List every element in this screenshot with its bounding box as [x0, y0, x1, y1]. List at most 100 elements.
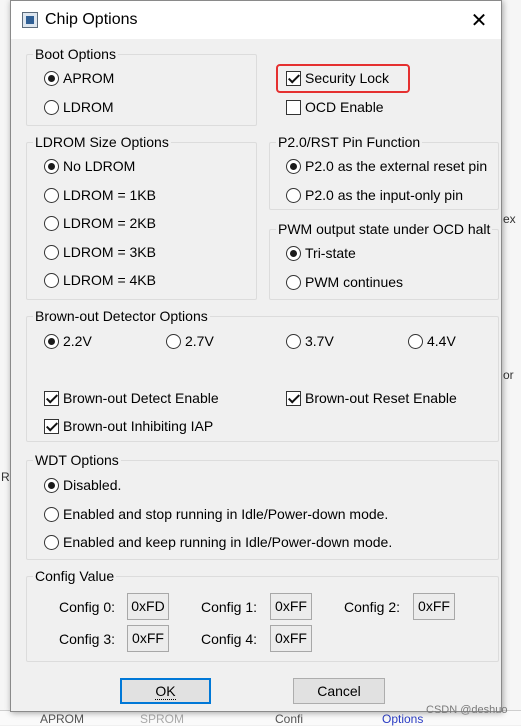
ldrom-size-option[interactable]: No LDROM	[44, 158, 135, 174]
radio-selected-icon	[44, 333, 59, 349]
boot-option-aprom[interactable]: APROM	[44, 70, 114, 86]
pwm-state-option[interactable]: Tri-state	[286, 245, 356, 261]
wdt-options-legend: WDT Options	[35, 452, 119, 468]
boot-option-ldrom[interactable]: LDROM	[44, 99, 114, 115]
checkbox-checked-icon	[286, 390, 301, 406]
config-2-value: 0xFF	[413, 593, 455, 620]
radio-selected-icon	[44, 477, 59, 493]
brownout-detect-enable-label: Brown-out Detect Enable	[63, 390, 219, 406]
radio-selected-icon	[44, 70, 59, 86]
checkbox-unchecked-icon	[286, 99, 301, 115]
wdt-option[interactable]: Disabled.	[44, 477, 121, 493]
brownout-voltage-option[interactable]: 3.7V	[286, 333, 334, 349]
radio-unselected-icon	[408, 333, 423, 349]
radio-unselected-icon	[166, 333, 181, 349]
config-0-value: 0xFD	[127, 593, 169, 620]
watermark: CSDN @deshuo	[426, 704, 508, 716]
background-bottom-item: Options	[382, 712, 424, 726]
background-right-text: or	[503, 368, 514, 382]
checkbox-checked-icon	[44, 390, 59, 406]
brownout-voltage-option[interactable]: 2.2V	[44, 333, 92, 349]
boot-options-legend: Boot Options	[35, 46, 116, 62]
ldrom-size-label: No LDROM	[63, 158, 136, 174]
wdt-option[interactable]: Enabled and stop running in Idle/Power-d…	[44, 506, 388, 522]
cancel-button-label: Cancel	[317, 683, 361, 699]
config-3-label: Config 3:	[59, 631, 116, 647]
config-3-value: 0xFF	[127, 625, 169, 652]
brownout-voltage-label: 2.7V	[185, 333, 214, 349]
radio-unselected-icon	[286, 333, 301, 349]
pwm-state-legend: PWM output state under OCD halt	[278, 221, 491, 237]
ok-button-label: OK	[155, 683, 176, 700]
brownout-detect-enable-checkbox[interactable]: Brown-out Detect Enable	[44, 390, 219, 406]
ocd-enable-checkbox[interactable]: OCD Enable	[286, 99, 384, 115]
radio-unselected-icon	[44, 272, 59, 288]
wdt-option-label: Disabled.	[63, 477, 122, 493]
security-lock-checkbox[interactable]: Security Lock	[286, 70, 389, 86]
radio-unselected-icon	[44, 534, 59, 550]
wdt-option[interactable]: Enabled and keep running in Idle/Power-d…	[44, 534, 392, 550]
ldrom-size-label: LDROM = 4KB	[63, 272, 156, 288]
radio-unselected-icon	[286, 187, 301, 203]
brownout-voltage-option[interactable]: 2.7V	[166, 333, 214, 349]
p20-rst-legend: P2.0/RST Pin Function	[278, 134, 421, 150]
config-4-label: Config 4:	[201, 631, 258, 647]
pwm-state-option[interactable]: PWM continues	[286, 274, 403, 290]
ldrom-size-option[interactable]: LDROM = 3KB	[44, 244, 156, 260]
wdt-option-label: Enabled and stop running in Idle/Power-d…	[63, 506, 389, 522]
config-0-label: Config 0:	[59, 599, 116, 615]
chip-options-dialog: Chip Options ✕ Boot Options APROM LDROM …	[10, 0, 502, 712]
brownout-inhibiting-iap-checkbox[interactable]: Brown-out Inhibiting IAP	[44, 418, 213, 434]
brownout-reset-enable-checkbox[interactable]: Brown-out Reset Enable	[286, 390, 457, 406]
radio-unselected-icon	[44, 244, 59, 260]
config-4-value: 0xFF	[270, 625, 312, 652]
ldrom-size-label: LDROM = 1KB	[63, 187, 156, 203]
boot-option-label: LDROM	[63, 99, 114, 115]
radio-unselected-icon	[44, 215, 59, 231]
background-bottom-item: SPROM	[140, 712, 185, 726]
app-window-icon	[22, 12, 38, 28]
brownout-voltage-label: 4.4V	[427, 333, 456, 349]
background-bottom-item: Confi	[275, 712, 304, 726]
background-right-text: ex	[503, 212, 516, 226]
boot-option-label: APROM	[63, 70, 115, 86]
brownout-voltage-label: 3.7V	[305, 333, 334, 349]
ldrom-size-legend: LDROM Size Options	[35, 134, 169, 150]
p20-rst-option[interactable]: P2.0 as the input-only pin	[286, 187, 463, 203]
brownout-voltage-option[interactable]: 4.4V	[408, 333, 456, 349]
background-bottom-item: APROM	[40, 712, 85, 726]
radio-selected-icon	[286, 158, 301, 174]
radio-unselected-icon	[44, 506, 59, 522]
brownout-inhibiting-iap-label: Brown-out Inhibiting IAP	[63, 418, 214, 434]
brownout-reset-enable-label: Brown-out Reset Enable	[305, 390, 457, 406]
close-icon[interactable]: ✕	[457, 1, 501, 39]
security-lock-label: Security Lock	[305, 70, 390, 86]
checkbox-checked-icon	[286, 70, 301, 86]
config-1-label: Config 1:	[201, 599, 258, 615]
ldrom-size-option[interactable]: LDROM = 4KB	[44, 272, 156, 288]
ocd-enable-label: OCD Enable	[305, 99, 384, 115]
ldrom-size-label: LDROM = 2KB	[63, 215, 156, 231]
ldrom-size-label: LDROM = 3KB	[63, 244, 156, 260]
radio-unselected-icon	[44, 99, 59, 115]
p20-rst-option[interactable]: P2.0 as the external reset pin	[286, 158, 487, 174]
pwm-state-label: Tri-state	[305, 245, 356, 261]
title-bar[interactable]: Chip Options ✕	[11, 1, 501, 39]
p20-rst-label: P2.0 as the input-only pin	[305, 187, 463, 203]
ldrom-size-option[interactable]: LDROM = 2KB	[44, 215, 156, 231]
cancel-button[interactable]: Cancel	[293, 678, 385, 704]
p20-rst-label: P2.0 as the external reset pin	[305, 158, 488, 174]
brownout-voltage-label: 2.2V	[63, 333, 92, 349]
ok-button[interactable]: OK	[120, 678, 211, 704]
radio-unselected-icon	[286, 274, 301, 290]
wdt-option-label: Enabled and keep running in Idle/Power-d…	[63, 534, 393, 550]
background-left-text: R	[1, 470, 10, 484]
ldrom-size-option[interactable]: LDROM = 1KB	[44, 187, 156, 203]
checkbox-checked-icon	[44, 418, 59, 434]
dialog-title: Chip Options	[45, 11, 138, 28]
radio-selected-icon	[44, 158, 59, 174]
radio-selected-icon	[286, 245, 301, 261]
config-1-value: 0xFF	[270, 593, 312, 620]
config-value-legend: Config Value	[35, 568, 115, 584]
brownout-legend: Brown-out Detector Options	[35, 308, 208, 324]
